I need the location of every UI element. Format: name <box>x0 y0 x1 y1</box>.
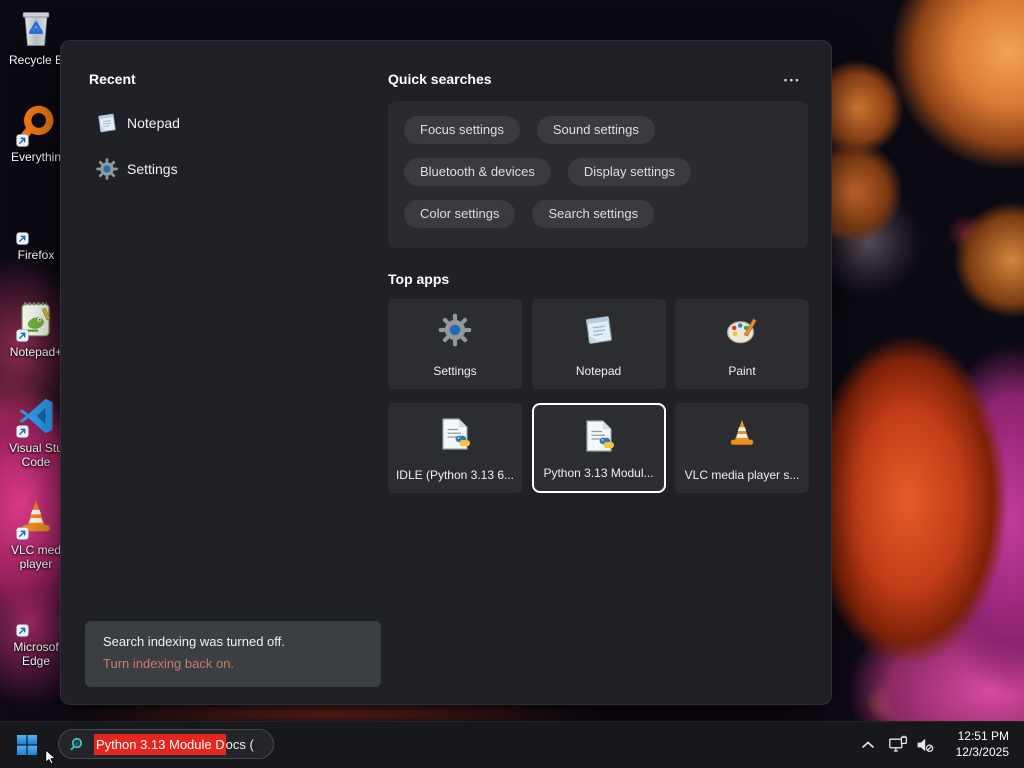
shortcut-arrow-icon <box>16 329 29 342</box>
more-options-button[interactable]: ••• <box>780 71 805 89</box>
recent-section-title: Recent <box>89 71 136 87</box>
everything-search-icon <box>14 103 58 147</box>
tile-label: Notepad <box>575 364 622 378</box>
settings-gear-icon <box>437 312 473 348</box>
top-app-tile-vlc[interactable]: VLC media player s... <box>675 403 809 493</box>
top-app-tile-notepad[interactable]: Notepad <box>531 299 666 389</box>
notepad-plus-plus-icon <box>14 298 58 342</box>
shortcut-arrow-icon <box>16 232 29 245</box>
vlc-cone-icon <box>14 496 58 540</box>
shortcut-arrow-icon <box>16 624 29 637</box>
ellipsis-icon: ••• <box>784 75 801 85</box>
tray-chevron-up-icon[interactable] <box>860 737 876 753</box>
quick-search-pill[interactable]: Focus settings <box>404 116 520 144</box>
top-app-tile-idle-python[interactable]: IDLE (Python 3.13 6... <box>388 403 522 493</box>
shortcut-arrow-icon <box>16 527 29 540</box>
top-app-tile-python-module-docs[interactable]: Python 3.13 Modul... <box>531 403 666 493</box>
recent-item-settings[interactable]: Settings <box>87 151 337 187</box>
visual-studio-code-icon <box>14 394 58 438</box>
vlc-cone-icon <box>724 416 760 452</box>
top-apps-grid: Settings Notepad Paint IDLE (Python 3.13… <box>388 299 809 493</box>
top-apps-title: Top apps <box>388 271 450 287</box>
windows-logo-icon <box>17 735 37 755</box>
tile-label: IDLE (Python 3.13 6... <box>395 468 515 482</box>
unselected-query-text: ocs ( <box>225 736 254 752</box>
quick-search-pill[interactable]: Search settings <box>532 200 655 228</box>
quick-searches-title: Quick searches <box>388 71 492 87</box>
turn-indexing-on-link[interactable]: Turn indexing back on. <box>103 656 363 671</box>
notepad-icon <box>581 312 617 348</box>
tile-label: Settings <box>433 364 477 378</box>
search-flyout-panel: Recent Notepad Settings Quick searches •… <box>60 40 832 705</box>
selected-query-text: Python 3.13 Module D <box>94 733 226 755</box>
python-file-icon <box>437 416 473 452</box>
mouse-cursor <box>42 747 60 767</box>
paint-icon <box>724 312 760 348</box>
start-button[interactable] <box>15 733 39 757</box>
tile-label: Paint <box>728 364 756 378</box>
taskbar-search-input[interactable]: Python 3.13 Module Docs ( <box>58 729 274 759</box>
search-query-text: Python 3.13 Module Docs ( <box>94 733 254 755</box>
search-indexing-notice: Search indexing was turned off. Turn ind… <box>85 621 381 687</box>
search-icon <box>69 736 86 753</box>
quick-search-pill[interactable]: Display settings <box>567 158 691 186</box>
recycle-bin-icon <box>14 6 58 50</box>
recent-item-label: Settings <box>127 161 178 177</box>
tray-network-ethernet-icon[interactable] <box>888 735 908 755</box>
shortcut-arrow-icon <box>16 425 29 438</box>
quick-search-pill[interactable]: Sound settings <box>536 116 655 144</box>
settings-gear-icon <box>95 157 119 181</box>
tray-volume-muted-icon[interactable] <box>915 735 935 755</box>
clock-date: 12/3/2025 <box>955 745 1009 759</box>
tile-label: VLC media player s... <box>684 468 800 482</box>
tray-clock[interactable]: 12:51 PM 12/3/2025 <box>956 728 1009 760</box>
notice-message: Search indexing was turned off. <box>103 634 285 649</box>
tile-label: Python 3.13 Modul... <box>543 466 654 480</box>
firefox-icon <box>14 201 58 245</box>
clock-time: 12:51 PM <box>957 729 1009 743</box>
shortcut-arrow-icon <box>16 134 29 147</box>
quick-searches-card: Focus settings Sound settings Bluetooth … <box>388 101 808 248</box>
recent-item-notepad[interactable]: Notepad <box>87 105 337 141</box>
top-app-tile-paint[interactable]: Paint <box>675 299 809 389</box>
top-app-tile-settings[interactable]: Settings <box>388 299 522 389</box>
microsoft-edge-icon <box>14 593 58 637</box>
quick-search-pill[interactable]: Color settings <box>404 200 516 228</box>
notepad-icon <box>95 111 119 135</box>
recent-item-label: Notepad <box>127 115 180 131</box>
quick-search-pill[interactable]: Bluetooth & devices <box>404 158 551 186</box>
taskbar: Python 3.13 Module Docs ( 12:51 PM 12/3/… <box>0 721 1024 768</box>
python-file-icon <box>581 418 617 454</box>
